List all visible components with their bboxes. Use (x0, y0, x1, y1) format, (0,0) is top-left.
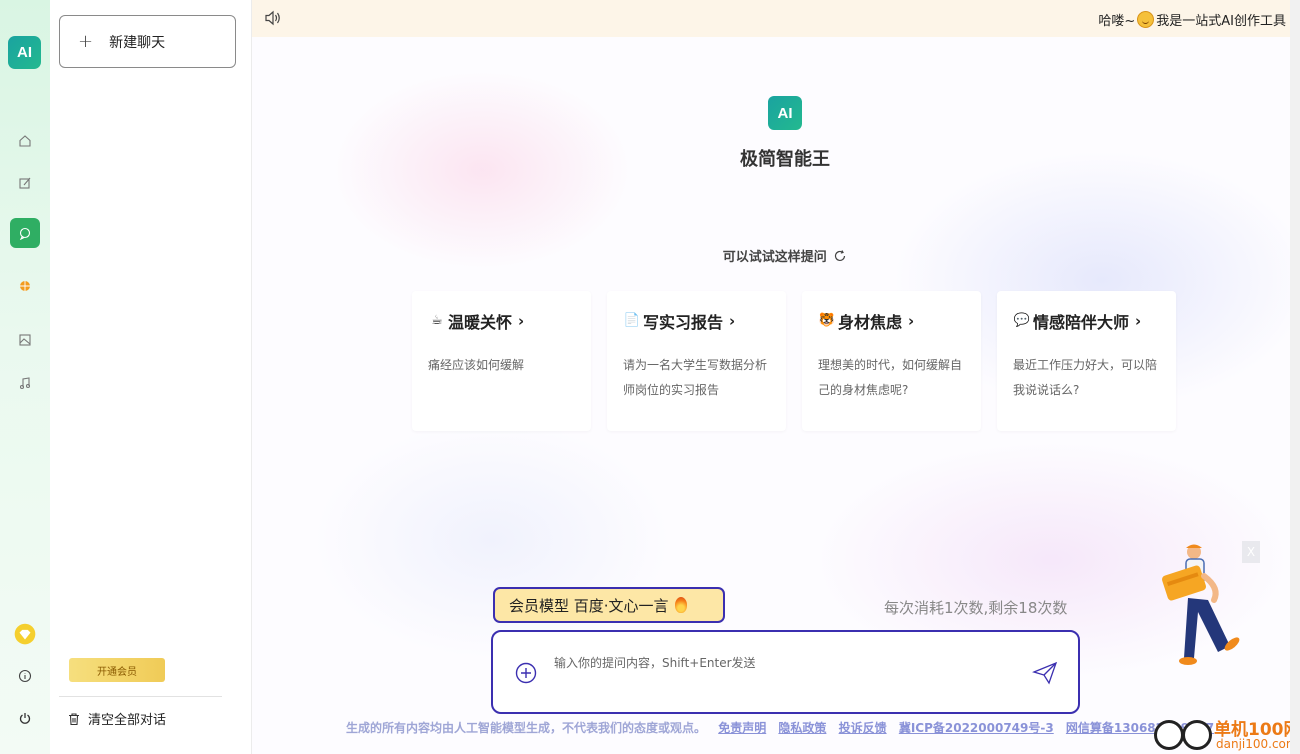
suggestion-card[interactable]: 🐯 身材焦虑 › 理想美的时代，如何缓解自己的身材焦虑呢? (802, 291, 981, 431)
watermark-url: danji100.com (1216, 737, 1298, 751)
send-icon[interactable] (1032, 660, 1058, 686)
chat-sidebar: + 新建聊天 开通会员 清空全部对话 (50, 0, 252, 754)
flame-icon (674, 597, 687, 613)
chat-bubble-icon: 💬 (1013, 313, 1031, 328)
clear-all-label: 清空全部对话 (88, 713, 167, 728)
card-desc: 理想美的时代，如何缓解自己的身材焦虑呢? (818, 358, 963, 397)
tiger-icon: 🐯 (818, 313, 836, 328)
model-selector[interactable]: 会员模型 百度·文心一言 (493, 587, 725, 623)
main-area: 哈喽~ 我是一站式AI创作工具 AI 极简智能王 可以试试这样提问 ☕ 温暖关怀… (252, 0, 1300, 754)
music-icon[interactable] (10, 368, 40, 398)
basketball-icon[interactable] (10, 271, 40, 301)
icp-link[interactable]: 冀ICP备2022000749号-3 (899, 721, 1054, 735)
refresh-icon[interactable] (833, 249, 847, 263)
privacy-link[interactable]: 隐私政策 (778, 721, 826, 735)
suggestions-label: 可以试试这样提问 (722, 250, 827, 265)
chevron-right-icon: › (729, 312, 736, 330)
card-desc: 痛经应该如何缓解 (428, 358, 525, 372)
footer-disclaimer: 生成的所有内容均由人工智能模型生成，不代表我们的态度或观点。 (346, 721, 707, 735)
power-icon[interactable] (10, 703, 40, 733)
document-icon: 📄 (623, 313, 641, 328)
open-vip-button[interactable]: 开通会员 (69, 658, 165, 682)
trash-icon (69, 712, 79, 725)
chevron-right-icon: › (518, 312, 525, 330)
chevron-right-icon: › (908, 312, 915, 330)
edit-icon[interactable] (10, 168, 40, 198)
card-desc: 请为一名大学生写数据分析师岗位的实习报告 (623, 358, 768, 397)
footer: 生成的所有内容均由人工智能模型生成，不代表我们的态度或观点。 免责声明 隐私政策… (346, 719, 1222, 736)
mascot-close-button[interactable]: X (1242, 541, 1260, 563)
suggestions-header[interactable]: 可以试试这样提问 (682, 246, 888, 265)
greeting: 哈喽~ 我是一站式AI创作工具 (1098, 10, 1286, 29)
smile-emoji-icon (1137, 11, 1155, 28)
watermark-circle-icon (1154, 720, 1184, 750)
greeting-suffix: 我是一站式AI创作工具 (1156, 14, 1286, 29)
vip-diamond-icon[interactable] (10, 619, 40, 649)
watermark-circle-icon (1182, 720, 1212, 750)
suggestion-card[interactable]: ☕ 温暖关怀 › 痛经应该如何缓解 (412, 291, 591, 431)
greeting-prefix: 哈喽~ (1098, 14, 1136, 29)
prompt-box (491, 630, 1080, 714)
chevron-right-icon: › (1135, 312, 1142, 330)
coffee-icon: ☕ (431, 313, 443, 328)
brand-logo: AI (768, 96, 802, 130)
info-icon[interactable] (10, 661, 40, 691)
new-chat-label: 新建聊天 (109, 34, 166, 51)
card-title: 写实习报告 (643, 313, 724, 332)
card-title: 情感陪伴大师 (1033, 313, 1130, 332)
icon-rail: AI (0, 0, 50, 754)
model-label: 会员模型 百度·文心一言 (509, 596, 669, 615)
suggestion-card[interactable]: 📄 写实习报告 › 请为一名大学生写数据分析师岗位的实习报告 (607, 291, 786, 431)
card-desc: 最近工作压力好大，可以陪我说说话么? (1013, 358, 1158, 397)
clear-all-button[interactable]: 清空全部对话 (67, 709, 166, 728)
app-logo[interactable]: AI (8, 36, 41, 69)
speaker-icon[interactable] (264, 10, 282, 26)
image-icon[interactable] (10, 325, 40, 355)
disclaimer-link[interactable]: 免责声明 (718, 721, 766, 735)
usage-info: 每次消耗1次数,剩余18次数 (884, 599, 1068, 617)
chat-icon[interactable] (10, 218, 40, 248)
new-chat-button[interactable]: + 新建聊天 (59, 15, 236, 68)
top-bar: 哈喽~ 我是一站式AI创作工具 (252, 0, 1300, 37)
suggestion-card[interactable]: 💬 情感陪伴大师 › 最近工作压力好大，可以陪我说说话么? (997, 291, 1176, 431)
home-icon[interactable] (10, 126, 40, 156)
card-title: 身材焦虑 (838, 313, 903, 332)
prompt-input[interactable] (554, 656, 1024, 670)
scrollbar[interactable] (1290, 0, 1300, 754)
card-title: 温暖关怀 (448, 313, 513, 332)
feedback-link[interactable]: 投诉反馈 (839, 721, 887, 735)
add-attachment-icon[interactable] (515, 662, 537, 684)
brand-name: 极简智能王 (740, 149, 830, 170)
watermark-logo: 单机100网 danji100.com (1152, 714, 1300, 754)
plus-icon: + (78, 31, 94, 52)
divider (59, 696, 222, 697)
